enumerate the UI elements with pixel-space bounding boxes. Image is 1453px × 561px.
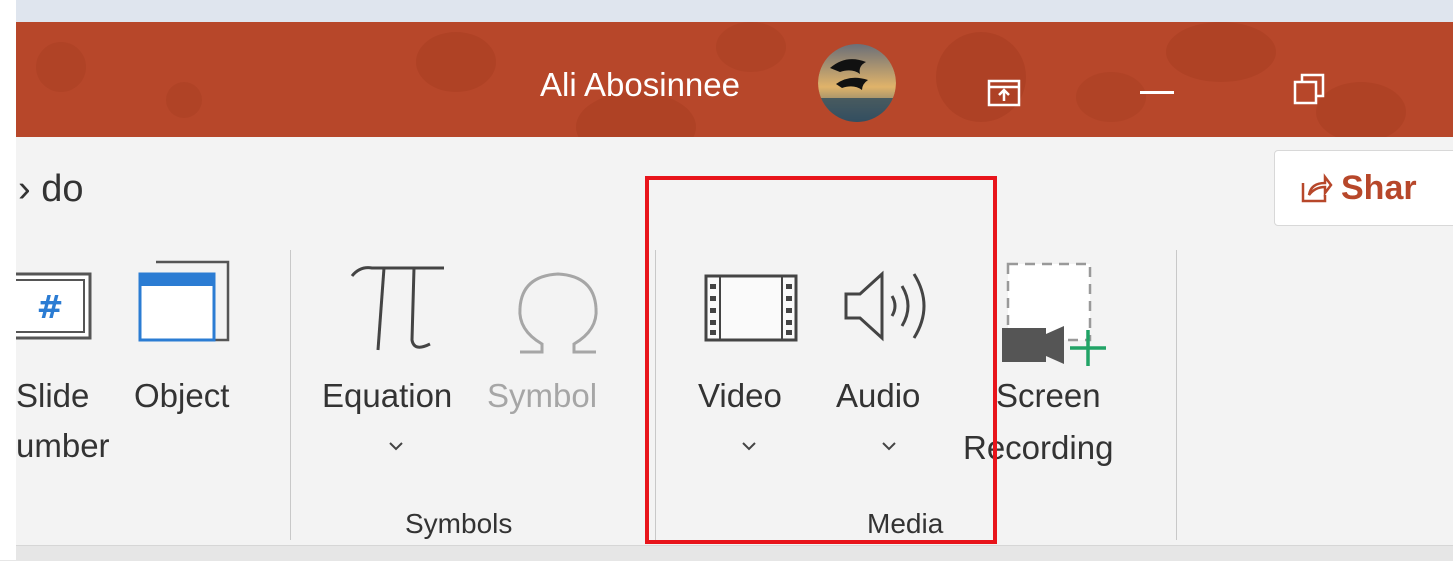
ribbon-bottom-border <box>0 545 1453 561</box>
pattern-fish <box>1316 82 1406 137</box>
pattern-octopus <box>936 32 1026 122</box>
avatar-image <box>818 44 896 122</box>
pattern-crab <box>416 32 496 92</box>
highlight-box <box>645 176 997 544</box>
account-name[interactable]: Ali Abosinnee <box>540 68 740 102</box>
equation-label[interactable]: Equation <box>322 377 452 415</box>
ribbon-display-options-icon[interactable] <box>986 78 1022 108</box>
minimize-icon[interactable] <box>1140 90 1174 96</box>
screen-recording-label-line1[interactable]: Screen <box>996 377 1101 415</box>
share-icon <box>1299 171 1333 205</box>
share-label: Shar <box>1341 168 1417 207</box>
pi-icon[interactable] <box>350 262 450 359</box>
slide-number-icon[interactable]: # <box>4 272 96 347</box>
pattern-bubble <box>36 42 86 92</box>
window-left-edge <box>0 0 16 560</box>
screen-recording-icon[interactable] <box>1000 260 1112 375</box>
pattern-bubble <box>166 82 202 118</box>
slide-number-label-line2[interactable]: umber <box>16 427 110 465</box>
symbol-label: Symbol <box>487 377 598 414</box>
slide-number-label-line1[interactable]: Slide <box>16 377 89 415</box>
symbols-group-label: Symbols <box>405 508 513 539</box>
restore-icon[interactable] <box>1292 72 1326 106</box>
window-top-edge <box>0 0 1453 22</box>
object-label[interactable]: Object <box>134 377 229 415</box>
avatar[interactable] <box>818 44 896 122</box>
pattern-crab <box>1076 72 1146 122</box>
group-separator <box>290 250 291 540</box>
share-button[interactable]: Shar <box>1274 150 1453 226</box>
object-icon[interactable] <box>136 260 232 353</box>
group-separator <box>1176 250 1177 540</box>
pattern-submarine <box>1166 22 1276 82</box>
tell-me-search[interactable]: › do <box>18 168 83 211</box>
omega-icon <box>512 268 604 363</box>
svg-text:#: # <box>37 288 64 326</box>
equation-chevron-down-icon[interactable] <box>388 438 404 456</box>
pattern-bubble <box>716 22 786 72</box>
